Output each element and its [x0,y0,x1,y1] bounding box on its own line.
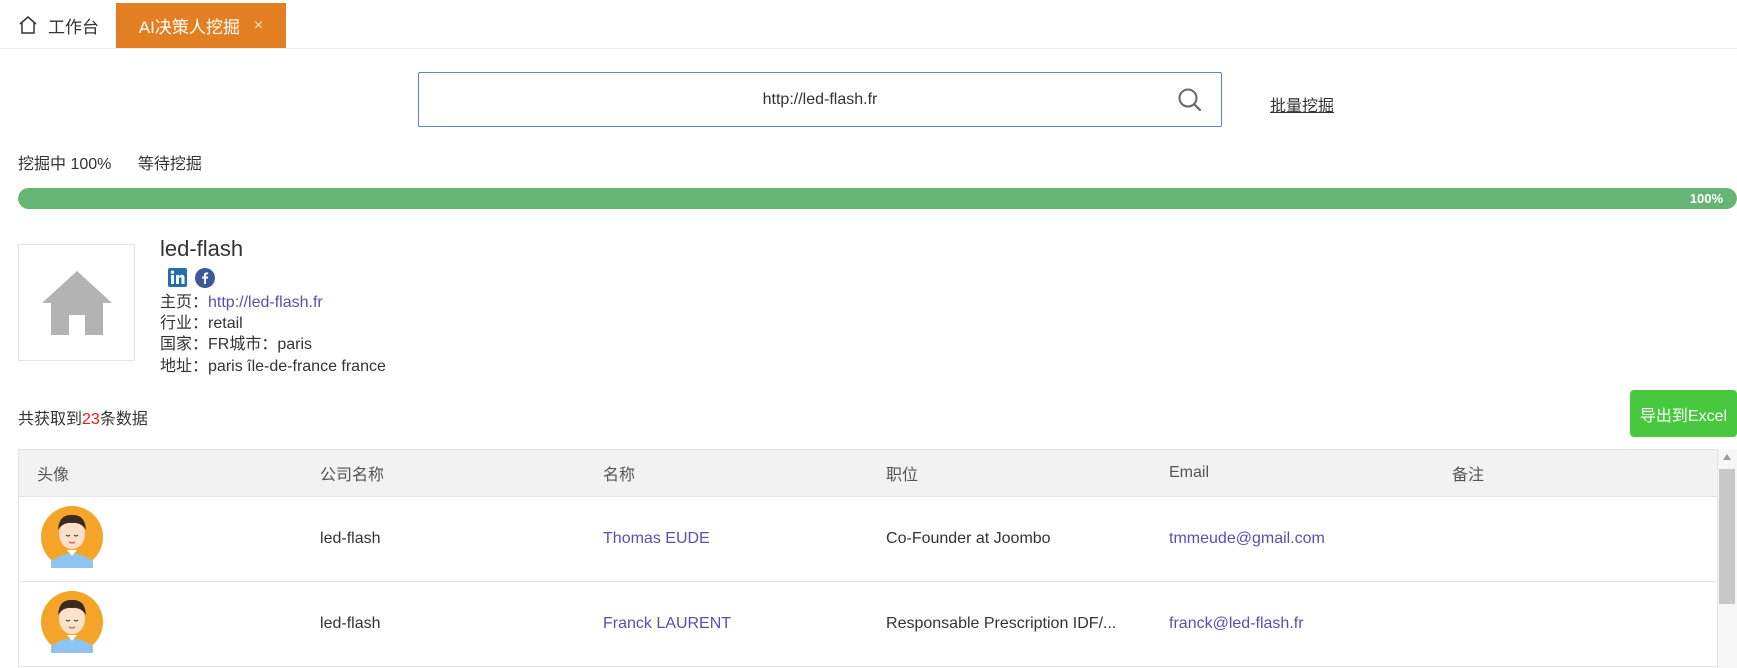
city-value: paris [277,336,313,353]
tab-home-label: 工作台 [48,17,99,37]
count-prefix: 共获取到 [18,411,83,428]
header-avatar[interactable]: 头像 [19,461,302,485]
scrollbar-thumb[interactable] [1719,469,1735,604]
mining-status: 挖掘中 100% 等待挖掘 [18,150,202,174]
search-input[interactable]: http://led-flash.fr [419,91,1221,109]
company-cell: led-flash [320,615,381,632]
mining-progress-text: 挖掘中 100% [18,156,112,173]
city-label: 城市： [229,336,278,353]
country-label: 国家： [160,336,209,353]
table-scrollbar[interactable] [1718,449,1737,668]
header-name[interactable]: 名称 [585,461,868,485]
home-icon [19,16,37,34]
avatar-cell [19,505,302,573]
scroll-up-arrow-icon[interactable] [1723,454,1731,460]
search-box[interactable]: http://led-flash.fr [418,72,1222,127]
facebook-icon[interactable] [195,268,215,288]
close-icon[interactable]: × [254,17,263,35]
name-cell[interactable]: Franck LAURENT [585,615,868,633]
position-cell: Responsable Prescription IDF/... [886,615,1117,632]
header-note[interactable]: 备注 [1434,461,1717,485]
header-position[interactable]: 职位 [868,461,1151,485]
address-value: paris île-de-france france [208,358,386,375]
avatar [41,505,103,568]
avatar-cell [19,590,302,658]
tab-ai-decision-maker[interactable]: AI决策人挖掘 × [116,3,286,48]
table-row[interactable]: led-flash Franck LAURENT Responsable Pre… [19,582,1717,667]
export-excel-button[interactable]: 导出到Excel [1630,390,1737,437]
table-header: 头像 公司名称 名称 职位 Email 备注 [19,450,1717,497]
progress-label: 100% [1689,191,1723,206]
header-company[interactable]: 公司名称 [302,461,585,485]
tab-home[interactable]: 工作台 [18,12,99,38]
company-location: 国家：FR城市：paris [160,330,312,354]
progress-fill: 100% [18,188,1737,209]
waiting-text: 等待挖掘 [137,156,202,173]
count-suffix: 条数据 [99,411,148,428]
company-logo-placeholder [18,244,135,361]
social-links [168,268,215,288]
country-value: FR [208,336,230,353]
company-cell: led-flash [320,530,381,547]
name-cell[interactable]: Thomas EUDE [585,530,868,548]
batch-mining-link[interactable]: 批量挖掘 [1270,92,1334,116]
company-name: led-flash [160,236,244,261]
company-address: 地址：paris île-de-france france [160,352,386,376]
result-count: 共获取到23条数据 [18,405,148,429]
address-label: 地址： [160,358,209,375]
header-email[interactable]: Email [1151,464,1434,482]
table-row[interactable]: led-flash Thomas EUDE Co-Founder at Joom… [19,497,1717,582]
tab-active-label: AI决策人挖掘 [138,18,240,37]
position-cell: Co-Founder at Joombo [886,530,1051,547]
tab-bar: 工作台 AI决策人挖掘 × [0,0,1737,49]
avatar [41,590,103,653]
search-icon[interactable] [1177,87,1203,113]
house-icon [41,270,112,335]
email-cell[interactable]: tmmeude@gmail.com [1151,530,1434,548]
linkedin-icon[interactable] [168,268,187,287]
email-cell[interactable]: franck@led-flash.fr [1151,615,1434,633]
progress-bar: 100% [18,188,1737,209]
results-table: 头像 公司名称 名称 职位 Email 备注 led-flash Thomas … [18,449,1718,668]
count-number: 23 [82,411,100,428]
